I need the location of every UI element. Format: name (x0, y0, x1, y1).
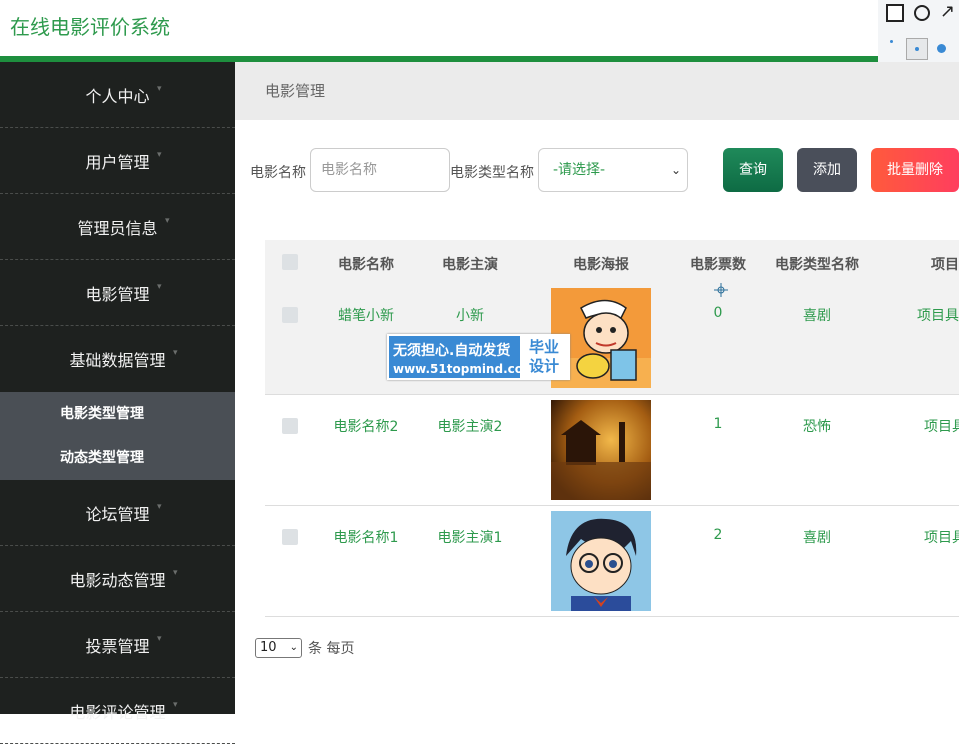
table-row: 蜡笔小新 小新 0 喜剧 项目具体 (265, 284, 959, 395)
chevron-down-icon: ⌄ (289, 642, 298, 653)
movie-type-select[interactable]: -请选择- ⌄ (538, 148, 688, 192)
sidebar-submenu: 电影类型管理 动态类型管理 (0, 392, 235, 480)
watermark-banner: 无须担心.自动发货 www.51topmind.com 毕业 设计 (387, 334, 570, 380)
annotation-toolbar: ↗ (878, 0, 959, 64)
sidebar-item-forum[interactable]: 论坛管理 (0, 480, 235, 546)
query-button[interactable]: 查询 (723, 148, 783, 192)
cell-actor: 电影主演1 (437, 530, 503, 546)
main-content: 电影管理 电影名称 电影名称 电影类型名称 -请选择- ⌄ 查询 添加 批量删除… (235, 62, 959, 714)
cell-actor: 小新 (456, 308, 484, 324)
search-bar: 电影名称 电影名称 电影类型名称 -请选择- ⌄ 查询 添加 批量删除 (235, 148, 959, 194)
cell-action[interactable]: 项目具体 (917, 305, 959, 325)
th-action: 项目 (931, 257, 959, 273)
row-checkbox[interactable] (282, 529, 298, 545)
watermark-tag-1: 毕业 (528, 338, 559, 356)
pagination: 10 ⌄ 条 每页 (255, 638, 354, 658)
sidebar-item-movie-news[interactable]: 电影动态管理 (0, 546, 235, 612)
chevron-down-icon: ⌄ (670, 163, 681, 177)
sidebar-item-movie-management[interactable]: 电影管理 (0, 260, 235, 326)
th-name: 电影名称 (338, 257, 394, 273)
sidebar-item-personal-center[interactable]: 个人中心 (0, 62, 235, 128)
breadcrumb-current: 电影管理 (265, 82, 326, 100)
cell-type: 喜剧 (803, 308, 831, 324)
submenu-movie-type[interactable]: 电影类型管理 (0, 400, 235, 444)
add-button[interactable]: 添加 (797, 148, 857, 192)
page-size-value: 10 (260, 640, 277, 655)
watermark-tag: 毕业 设计 (520, 336, 568, 378)
sidebar: 个人中心 用户管理 管理员信息 电影管理 基础数据管理 电影类型管理 动态类型管… (0, 62, 235, 744)
cell-type: 喜剧 (803, 530, 831, 546)
th-actor: 电影主演 (442, 257, 498, 273)
movie-name-input[interactable]: 电影名称 (310, 148, 450, 192)
sidebar-item-admin-info[interactable]: 管理员信息 (0, 194, 235, 260)
th-poster: 电影海报 (573, 257, 629, 273)
watermark-url: www.51topmind.com (393, 362, 536, 376)
sidebar-item-basic-data[interactable]: 基础数据管理 (0, 326, 235, 392)
poster-image (551, 400, 651, 500)
cell-name: 电影名称2 (333, 419, 399, 435)
page-size-suffix: 条 每页 (308, 641, 355, 657)
watermark-tag-2: 设计 (528, 357, 559, 375)
select-all-checkbox[interactable] (282, 254, 298, 270)
th-type: 电影类型名称 (775, 257, 859, 273)
medium-dot-inner-icon (915, 47, 919, 51)
sidebar-item-vote[interactable]: 投票管理 (0, 612, 235, 678)
cell-votes: 2 (713, 527, 723, 543)
cell-actor: 电影主演2 (437, 419, 503, 435)
cell-votes: 1 (713, 416, 723, 432)
batch-delete-button[interactable]: 批量删除 (871, 148, 959, 192)
row-checkbox[interactable] (282, 418, 298, 434)
watermark-text: 无须担心.自动发货 (393, 343, 511, 359)
rectangle-tool-icon[interactable] (886, 4, 904, 22)
name-label: 电影名称 (250, 165, 306, 181)
cell-votes: 0 (713, 305, 723, 321)
app-title: 在线电影评价系统 (10, 15, 170, 39)
arrow-tool-icon[interactable]: ↗ (940, 1, 955, 22)
th-votes: 电影票数 (690, 257, 746, 273)
cell-action[interactable]: 项目具 (924, 527, 959, 547)
cell-action[interactable]: 项目具 (924, 416, 959, 436)
table-row: 电影名称2 电影主演2 1 恐怖 项目具 (265, 395, 959, 506)
breadcrumb: 电影管理 (235, 62, 959, 120)
top-header: 在线电影评价系统 (0, 0, 959, 57)
sidebar-item-comment[interactable]: 电影评论管理 (0, 678, 235, 744)
cell-type: 恐怖 (803, 419, 831, 435)
page-size-select[interactable]: 10 ⌄ (255, 638, 302, 658)
poster-image (551, 511, 651, 611)
large-dot-icon[interactable] (937, 44, 946, 53)
cell-name: 蜡笔小新 (338, 308, 394, 324)
type-label: 电影类型名称 (450, 165, 534, 181)
sidebar-item-user-management[interactable]: 用户管理 (0, 128, 235, 194)
crosshair-cursor-icon (714, 283, 728, 297)
movie-type-selected: -请选择- (553, 162, 606, 178)
small-dot-icon[interactable] (890, 40, 893, 43)
row-checkbox[interactable] (282, 307, 298, 323)
table-header: 电影名称 电影主演 电影海报 电影票数 电影类型名称 项目 (265, 240, 959, 284)
circle-tool-icon[interactable] (914, 5, 930, 21)
table-row: 电影名称1 电影主演1 2 喜剧 项目具 (265, 506, 959, 617)
cell-name: 电影名称1 (333, 530, 399, 546)
movie-table: 电影名称 电影主演 电影海报 电影票数 电影类型名称 项目 蜡笔小新 小新 0 (265, 240, 959, 620)
